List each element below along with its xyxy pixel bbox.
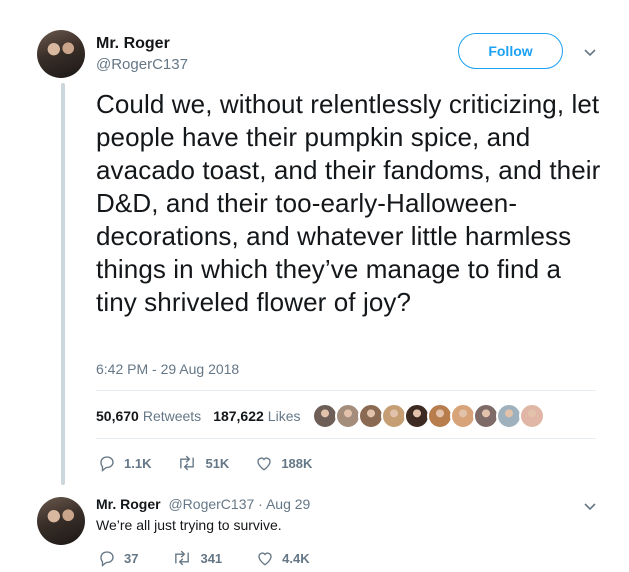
author-name[interactable]: Mr. Roger xyxy=(96,35,170,53)
reply-actions: 37 341 4.4K xyxy=(98,549,336,567)
retweet-count: 341 xyxy=(200,550,223,566)
reply-author-name[interactable]: Mr. Roger xyxy=(96,496,161,512)
author-avatar[interactable] xyxy=(37,30,85,78)
like-action[interactable]: 188K xyxy=(255,454,312,472)
reply-count: 37 xyxy=(124,550,139,566)
chevron-down-icon[interactable] xyxy=(582,499,598,515)
retweets-label[interactable]: Retweets xyxy=(143,408,201,424)
reply-count: 1.1K xyxy=(124,455,152,471)
engagement-stats: 50,670 Retweets 187,622 Likes xyxy=(96,404,312,428)
retweet-count: 51K xyxy=(205,455,230,471)
reply-author-handle[interactable]: @RogerC137 xyxy=(168,496,254,512)
like-action[interactable]: 4.4K xyxy=(256,549,310,567)
chevron-down-icon[interactable] xyxy=(582,45,598,61)
tweet-timestamp[interactable]: 6:42 PM - 29 Aug 2018 xyxy=(96,361,239,377)
follow-button[interactable]: Follow xyxy=(458,33,563,69)
author-handle[interactable]: @RogerC137 xyxy=(96,56,188,73)
tweet-text: Could we, without relentlessly criticizi… xyxy=(96,89,601,317)
tweet-actions: 1.1K 51K 188K xyxy=(98,454,338,472)
likes-label[interactable]: Likes xyxy=(268,408,301,424)
retweet-action[interactable]: 341 xyxy=(172,549,222,567)
likes-count[interactable]: 187,622 xyxy=(213,408,264,424)
divider xyxy=(96,390,596,391)
like-count: 4.4K xyxy=(282,550,310,566)
reply-text: We’re all just trying to survive. xyxy=(96,517,282,533)
heart-icon xyxy=(257,457,272,471)
liker-avatar[interactable] xyxy=(519,403,545,429)
reply-date[interactable]: Aug 29 xyxy=(266,496,310,512)
speech-bubble-icon xyxy=(100,456,114,472)
reply-action[interactable]: 37 xyxy=(98,549,138,567)
speech-bubble-icon xyxy=(100,551,114,567)
like-count: 188K xyxy=(281,455,313,471)
reply-action[interactable]: 1.1K xyxy=(98,454,151,472)
reply-author-avatar[interactable] xyxy=(37,497,85,545)
liker-avatars xyxy=(312,403,545,429)
retweet-action[interactable]: 51K xyxy=(177,454,229,472)
thread-connector-line xyxy=(61,83,65,485)
reply-header: Mr. Roger @RogerC137 · Aug 29 xyxy=(96,496,310,512)
divider xyxy=(96,438,596,439)
heart-icon xyxy=(258,552,272,566)
retweet-icon xyxy=(175,550,190,566)
retweets-count[interactable]: 50,670 xyxy=(96,408,139,424)
reply-separator: · xyxy=(258,496,263,512)
retweet-icon xyxy=(180,455,195,471)
